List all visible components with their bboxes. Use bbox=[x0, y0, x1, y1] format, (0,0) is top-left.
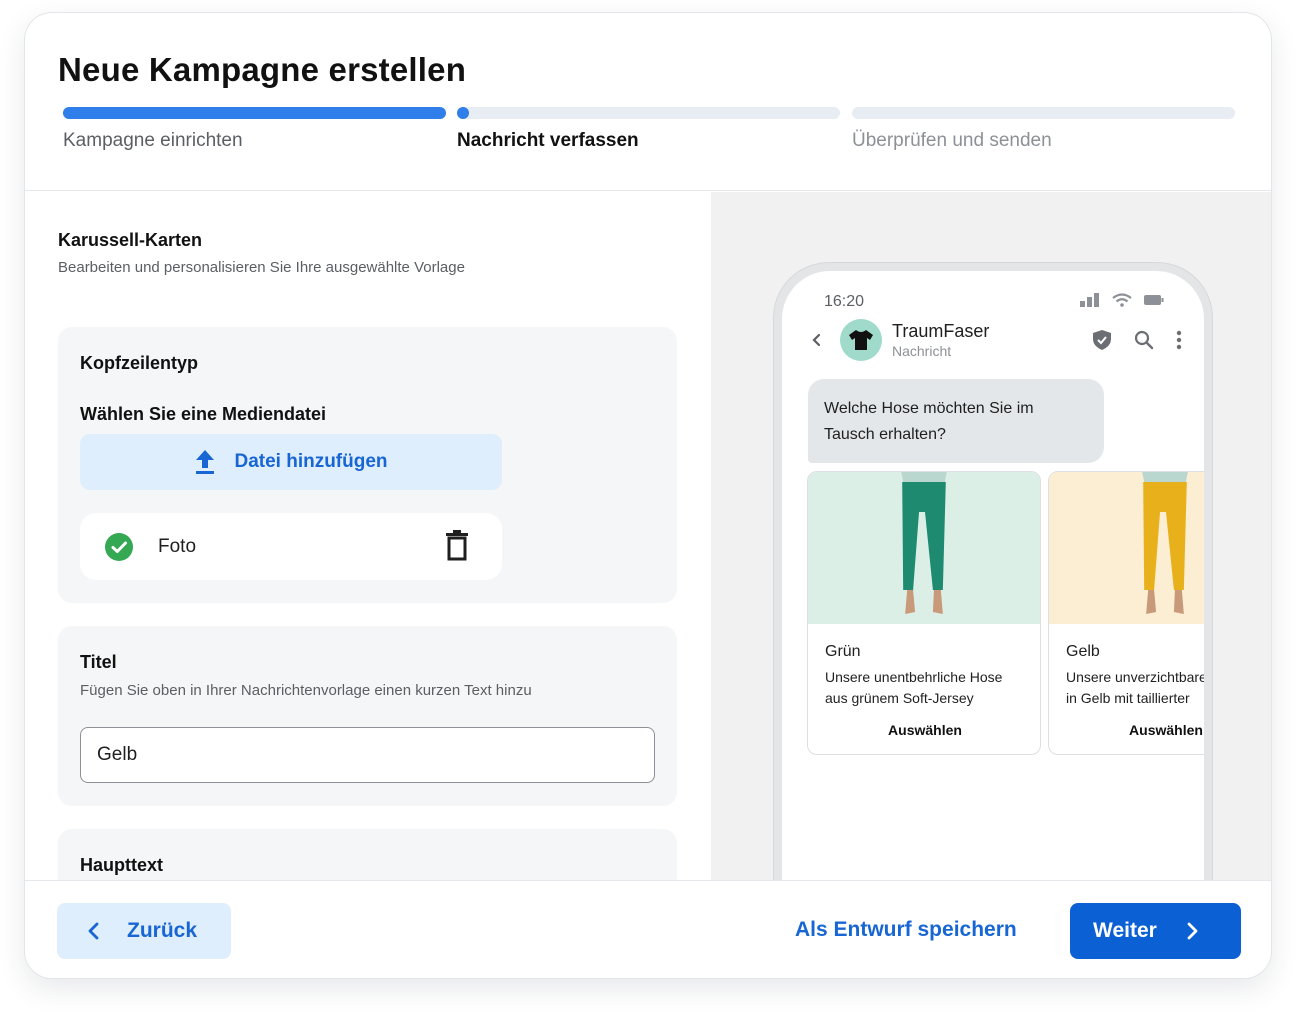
preview-pane: 16:20 TraumFaser Nachricht Welche Hose m… bbox=[711, 192, 1271, 880]
add-file-label: Datei hinzufügen bbox=[234, 451, 388, 472]
title-input[interactable]: Gelb bbox=[80, 727, 655, 783]
signal-icon bbox=[1080, 293, 1099, 307]
wifi-icon bbox=[1112, 293, 1132, 307]
chevron-right-icon bbox=[1187, 922, 1198, 940]
product-image bbox=[1049, 472, 1204, 624]
product-image bbox=[808, 472, 1040, 624]
save-draft-button[interactable]: Als Entwurf speichern bbox=[795, 918, 1017, 942]
step-label: Überprüfen und senden bbox=[852, 130, 1052, 151]
step-label: Nachricht verfassen bbox=[457, 130, 639, 151]
shirt-icon bbox=[849, 330, 873, 350]
message-bubble: Welche Hose möchten Sie im Tausch erhalt… bbox=[808, 379, 1104, 463]
back-label: Zurück bbox=[127, 919, 198, 942]
page-title: Neue Kampagne erstellen bbox=[58, 51, 467, 88]
battery-icon bbox=[1144, 295, 1164, 305]
step-progress-track bbox=[852, 107, 1235, 119]
search-icon[interactable] bbox=[1134, 330, 1154, 350]
section-title: Karussell-Karten bbox=[58, 230, 203, 250]
header-type-panel: Kopfzeilentyp Wählen Sie eine Mediendate… bbox=[58, 327, 677, 603]
file-name: Foto bbox=[158, 536, 197, 557]
step-progress-track bbox=[457, 107, 840, 119]
delete-icon[interactable] bbox=[442, 530, 472, 562]
current-step-dot bbox=[457, 107, 469, 119]
card-select-button[interactable]: Auswählen bbox=[808, 722, 1040, 738]
chevron-left-icon bbox=[88, 922, 99, 940]
next-label: Weiter bbox=[1093, 919, 1157, 942]
card-description: Unsere unentbehrliche Hose aus grünem Sof… bbox=[825, 669, 1003, 706]
section-subtitle: Bearbeiten und personalisieren Sie Ihre … bbox=[58, 259, 465, 276]
title-description: Fügen Sie oben in Ihrer Nachrichtenvorla… bbox=[80, 682, 532, 699]
card-title: Gelb bbox=[1066, 643, 1100, 660]
dialog-footer: Zurück Als Entwurf speichern Weiter bbox=[25, 880, 1271, 978]
status-time: 16:20 bbox=[824, 293, 865, 310]
step-label: Kampagne einrichten bbox=[63, 130, 243, 151]
business-name: TraumFaser bbox=[892, 321, 990, 341]
carousel-card: Gelb Unsere unverzichtbare Hosein Gelb m… bbox=[1048, 471, 1204, 755]
header-type-label: Kopfzeilentyp bbox=[80, 353, 199, 373]
verified-shield-icon[interactable] bbox=[1092, 329, 1112, 351]
body-label: Haupttext bbox=[80, 855, 164, 875]
business-subtitle: Nachricht bbox=[892, 343, 952, 359]
more-vert-icon[interactable] bbox=[1176, 330, 1182, 350]
carousel[interactable]: Grün Unsere unentbehrliche Hose aus grüne… bbox=[807, 471, 1204, 756]
upload-icon bbox=[196, 450, 215, 474]
campaign-dialog: Neue Kampagne erstellen Kampagne einrich… bbox=[24, 12, 1272, 979]
step-progress-track bbox=[63, 107, 446, 119]
step-campaign-setup: Kampagne einrichten bbox=[63, 107, 446, 152]
chevron-left-icon[interactable] bbox=[808, 331, 826, 349]
next-button[interactable]: Weiter bbox=[1070, 903, 1241, 959]
dialog-header: Neue Kampagne erstellen Kampagne einrich… bbox=[25, 13, 1271, 191]
title-panel: Titel Fügen Sie oben in Ihrer Nachrichte… bbox=[58, 626, 677, 806]
media-label: Wählen Sie eine Mediendatei bbox=[80, 404, 327, 424]
phone-frame: 16:20 TraumFaser Nachricht Welche Hose m… bbox=[773, 262, 1213, 880]
add-file-button[interactable]: Datei hinzufügen bbox=[80, 434, 502, 490]
back-button[interactable]: Zurück bbox=[57, 903, 231, 959]
chat-header-actions bbox=[1092, 329, 1182, 351]
card-title: Grün bbox=[825, 643, 861, 660]
status-bar-icons bbox=[1080, 293, 1164, 307]
carousel-card: Grün Unsere unentbehrliche Hose aus grüne… bbox=[807, 471, 1041, 755]
check-icon bbox=[105, 533, 133, 561]
editor-pane: Karussell-Karten Bearbeiten und personal… bbox=[25, 192, 711, 880]
business-avatar bbox=[840, 319, 882, 361]
body-panel: Haupttext bbox=[58, 829, 677, 880]
uploaded-file-row: Foto bbox=[80, 513, 502, 580]
title-label: Titel bbox=[80, 652, 117, 672]
phone-screen: 16:20 TraumFaser Nachricht Welche Hose m… bbox=[782, 271, 1204, 880]
step-compose-message: Nachricht verfassen bbox=[457, 107, 840, 152]
card-description: Unsere unverzichtbare Hosein Gelb mit ta… bbox=[1066, 669, 1204, 706]
card-select-button[interactable]: Auswählen bbox=[1049, 722, 1204, 738]
step-progress-fill bbox=[63, 107, 446, 119]
step-review-send: Überprüfen und senden bbox=[852, 107, 1235, 152]
